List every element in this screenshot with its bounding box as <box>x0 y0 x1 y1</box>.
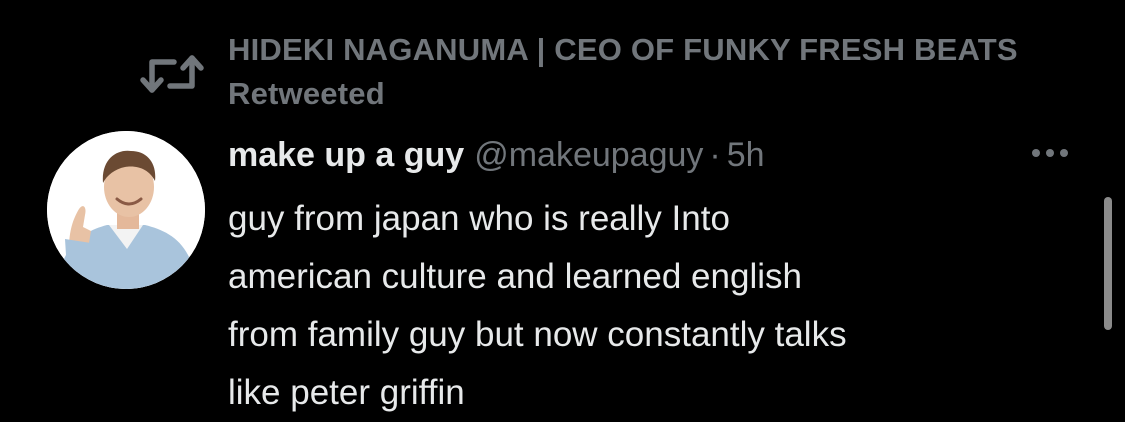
user-handle[interactable]: @makeupaguy <box>474 136 703 174</box>
tweet-text: guy from japan who is really Into americ… <box>228 199 847 412</box>
tweet-timestamp[interactable]: 5h <box>727 136 765 174</box>
more-options-icon[interactable] <box>1028 145 1072 161</box>
avatar[interactable] <box>47 131 205 289</box>
scrollbar[interactable] <box>1104 197 1112 330</box>
retweet-icon <box>140 50 204 98</box>
separator-dot: · <box>709 136 721 174</box>
tweet-header: make up a guy @makeupaguy · 5h <box>228 130 765 180</box>
display-name[interactable]: make up a guy <box>228 136 464 174</box>
retweet-label[interactable]: HIDEKI NAGANUMA | CEO OF FUNKY FRESH BEA… <box>228 28 1088 116</box>
